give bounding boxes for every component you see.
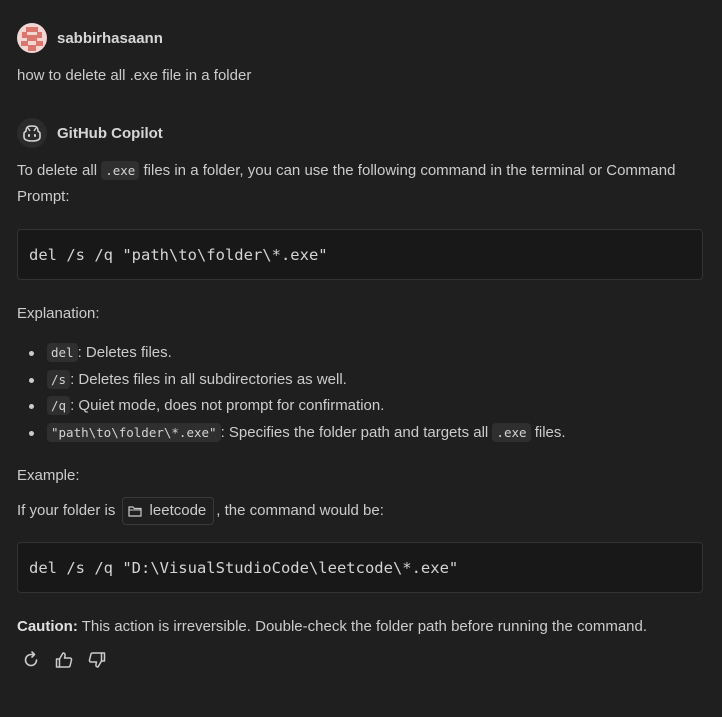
avatar — [17, 23, 47, 53]
copilot-icon — [17, 118, 47, 148]
caution-label: Caution: — [17, 618, 78, 635]
code-block[interactable]: del /s /q "D:\VisualStudioCode\leetcode\… — [17, 542, 703, 593]
list-item-text: : Specifies the folder path and targets … — [220, 423, 493, 441]
thumbs-up-button[interactable] — [53, 649, 75, 671]
example-suffix: , the command would be: — [216, 501, 384, 519]
retry-icon — [24, 651, 38, 667]
code-block-text: del /s /q "D:\VisualStudioCode\leetcode\… — [29, 558, 459, 577]
assistant-intro: To delete all .exe files in a folder, yo… — [17, 158, 707, 210]
folder-icon — [127, 506, 142, 517]
chat-panel: sabbirhasaann how to delete all .exe fil… — [0, 0, 722, 717]
list-item: /q: Quiet mode, does not prompt for conf… — [29, 393, 566, 420]
inline-code: .exe — [101, 161, 140, 180]
list-item-text: : Deletes files. — [77, 344, 172, 361]
inline-code: .exe — [492, 422, 531, 442]
thumbs-down-button[interactable] — [86, 649, 108, 671]
inline-code: "path\to\folder\*.exe" — [47, 422, 221, 442]
list-item: "path\to\folder\*.exe": Specifies the fo… — [29, 420, 566, 447]
list-item-text: : Quiet mode, does not prompt for confir… — [70, 397, 385, 414]
assistant-name: GitHub Copilot — [57, 124, 163, 142]
list-item: /s: Deletes files in all subdirectories … — [29, 367, 566, 394]
user-name: sabbirhasaann — [57, 29, 163, 47]
retry-button[interactable] — [20, 649, 42, 671]
inline-code: /q — [47, 396, 71, 415]
inline-code: del — [47, 343, 78, 362]
list-item: del: Deletes files. — [29, 340, 566, 367]
user-message: how to delete all .exe file in a folder — [17, 67, 252, 84]
folder-reference[interactable]: leetcode — [121, 497, 215, 525]
user-header: sabbirhasaann — [17, 23, 163, 53]
response-actions — [20, 649, 108, 671]
intro-prefix: To delete all — [17, 162, 102, 179]
list-item-text: files. — [530, 423, 566, 441]
explanation-label: Explanation: — [17, 305, 100, 322]
folder-name: leetcode — [149, 502, 207, 519]
caution-text: This action is irreversible. Double-chec… — [77, 618, 648, 635]
example-prefix: If your folder is — [17, 501, 120, 519]
list-item-text: : Deletes files in all subdirectories as… — [70, 370, 347, 388]
example-label: Example: — [17, 467, 80, 484]
caution-note: Caution: This action is irreversible. Do… — [17, 614, 647, 640]
code-block-text: del /s /q "path\to\folder\*.exe" — [29, 245, 328, 264]
assistant-header: GitHub Copilot — [17, 118, 163, 148]
example-sentence: If your folder is leetcode , the command … — [17, 497, 384, 525]
explanation-list: del: Deletes files. /s: Deletes files in… — [17, 340, 566, 446]
thumbs-up-icon — [55, 652, 73, 668]
thumbs-down-icon — [88, 652, 106, 668]
code-block[interactable]: del /s /q "path\to\folder\*.exe" — [17, 229, 703, 280]
inline-code: /s — [47, 369, 71, 389]
